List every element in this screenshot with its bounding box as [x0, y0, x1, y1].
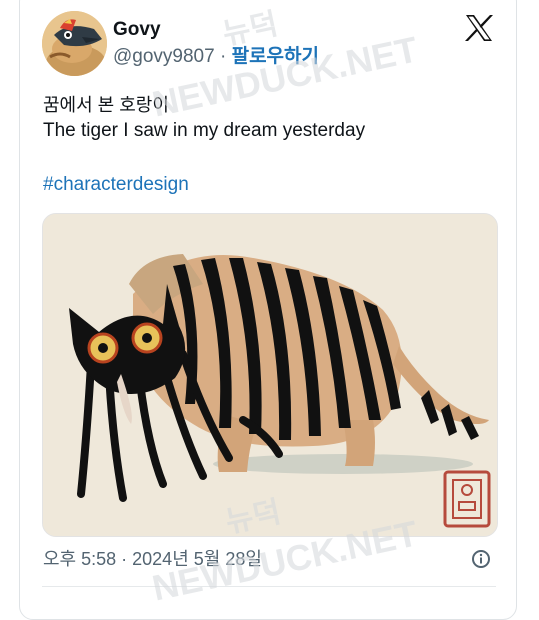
tweet-text-korean: 꿈에서 본 호랑이: [43, 95, 169, 115]
handle-row: @govy9807 · 팔로우하기: [113, 46, 319, 68]
hashtag-link[interactable]: #characterdesign: [43, 174, 189, 196]
display-name[interactable]: Govy: [113, 19, 161, 41]
user-handle[interactable]: @govy9807: [113, 46, 215, 67]
avatar[interactable]: [42, 11, 107, 76]
separator: ·: [219, 46, 227, 67]
tweet-text-english: The tiger I saw in my dream yesterday: [43, 120, 366, 141]
tweet-media-image[interactable]: [42, 213, 498, 537]
follow-button[interactable]: 팔로우하기: [232, 46, 319, 67]
avatar-illustration: [42, 11, 107, 76]
tiger-illustration: [43, 214, 497, 536]
divider: [42, 586, 496, 587]
tweet-timestamp[interactable]: 오후 5:58 · 2024년 5월 28일: [43, 548, 262, 570]
info-icon[interactable]: [471, 549, 491, 569]
x-logo-icon[interactable]: [464, 14, 494, 42]
